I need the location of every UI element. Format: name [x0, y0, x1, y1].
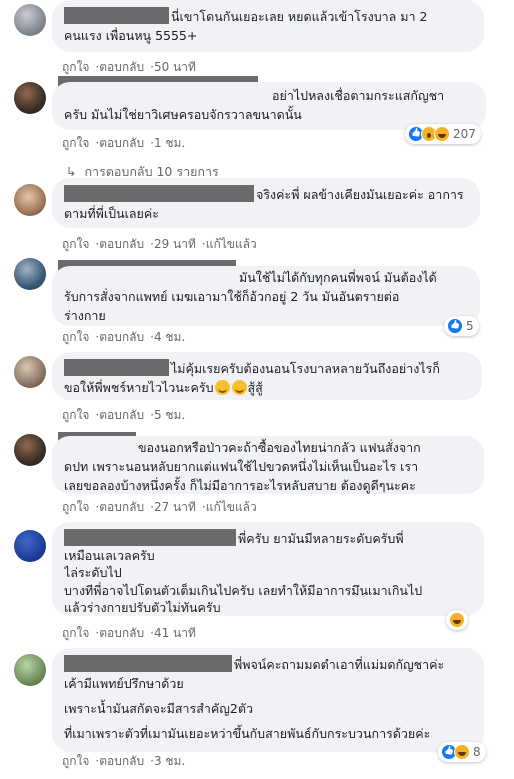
comment-text-line: ที่เมาเพราะตัวที่เมามันเยอะหว่าขึ้นกับสา…: [64, 726, 431, 741]
like-link[interactable]: ถูกใจ: [62, 237, 89, 251]
reply-link[interactable]: ตอบกลับ: [99, 408, 144, 422]
comment-bubble: ของนอกหรือป่าวคะถ้าซื้อของไทยน่ากลัว แฟน…: [52, 436, 484, 494]
comment-text-line: นี่เขาโดนกันเยอะเลย หยดแล้วเข้าโรงบาล มา…: [171, 9, 428, 24]
smile-emoji-icon: [214, 380, 230, 395]
avatar[interactable]: [14, 4, 46, 36]
avatar[interactable]: [14, 258, 46, 290]
reply-link[interactable]: ตอบกลับ: [99, 500, 144, 514]
reply-link[interactable]: ตอบกลับ: [99, 626, 144, 640]
comment-text-line: อย่าไปหลงเชื่อตามกระแสกัญชา: [272, 88, 445, 103]
avatar[interactable]: [14, 184, 46, 216]
like-link[interactable]: ถูกใจ: [62, 330, 89, 344]
comment-text-line: เพราะน้ำมันสกัดจะมีสารสำคัญ2ตัว: [64, 701, 254, 716]
timestamp[interactable]: 1 ชม.: [154, 136, 185, 150]
comment-text-line: ไม่คุ้มเรยครับต้องนอนโรงบาลหลายวันถึงอย่…: [171, 361, 440, 376]
comment-text-line: เค้ามีแพทย์ปรึกษาด้วย: [64, 676, 184, 691]
comment-text-line: รับการสั่งจากแพทย์ เมฆเอามาใช้ก็อ้วกอยู่…: [64, 289, 400, 304]
reaction-count: 8: [473, 745, 481, 759]
comment-text-line: ครับ มันไม่ใช่ยาวิเศษครอบจักรวาลขนาดนั้น: [64, 107, 302, 122]
comment-text-line: ของนอกหรือป่าวคะถ้าซื้อของไทยน่ากลัว แฟน…: [138, 440, 421, 455]
comment-bubble: นี่เขาโดนกันเยอะเลย หยดแล้วเข้าโรงบาล มา…: [52, 0, 484, 52]
comment-text-line: เลยขอลองบ้างหนึ่งครั้ง ก็ไม่มีอาการอะไรห…: [64, 478, 416, 493]
comment-actions: ถูกใจ ·ตอบกลับ ·41 นาที: [62, 626, 196, 640]
smile-emoji-icon: [231, 380, 247, 395]
comment-actions: ถูกใจ ·ตอบกลับ ·29 นาที ·แก้ไขแล้ว: [62, 237, 257, 251]
comment-text-line: ดปท เพราะนอนหลับยากแต่แฟนใช้ไปขวดหนึ่งไม…: [64, 459, 419, 474]
reply-link[interactable]: ตอบกลับ: [99, 754, 144, 768]
comment-text-line: สู้สู้: [247, 380, 263, 395]
comment-text-line: คนแรง เพื่อนหนู 5555+: [64, 28, 198, 43]
timestamp[interactable]: 5 ชม.: [154, 408, 185, 422]
like-link[interactable]: ถูกใจ: [62, 60, 89, 74]
reaction-summary[interactable]: 8: [438, 742, 486, 762]
avatar[interactable]: [14, 356, 46, 388]
comment-text-line: แล้วร่างกายปรับตัวไม่ทันครับ: [64, 600, 221, 615]
comment-actions: ถูกใจ ·ตอบกลับ ·1 ชม.: [62, 136, 186, 150]
comment-text-line: ไล่ระดับไป: [64, 565, 122, 580]
avatar[interactable]: [14, 434, 46, 466]
comment-text-line: จริงค่ะพี่ ผลข้างเคียงมันเยอะค่ะ อาการ: [256, 187, 464, 202]
reaction-summary[interactable]: 207: [405, 124, 481, 144]
comment-text-line: พี่ครับ ยามันมีหลายระดับครับพี่: [238, 531, 404, 546]
comment-actions: ถูกใจ ·ตอบกลับ ·50 นาที: [62, 60, 196, 74]
comment-text-line: บางทีพี่อาจไปโดนตัวเต็มเกินไปครับ เลยทำใ…: [64, 583, 423, 598]
reaction-summary[interactable]: [446, 610, 468, 630]
comment-actions: ถูกใจ ·ตอบกลับ ·5 ชม.: [62, 408, 186, 422]
haha-reaction-icon: [454, 744, 470, 760]
reaction-count: 5: [466, 319, 474, 333]
author-name-redacted[interactable]: [64, 655, 232, 672]
comment-bubble: มันใช้ไม่ได้กับทุกคนพี่พจน์ มันต้องได้ ร…: [52, 266, 480, 326]
reply-link[interactable]: ตอบกลับ: [99, 330, 144, 344]
comment-bubble: พี่พจน์คะถามมดตำเอาที่แม่มดกัญชาค่ะ เค้า…: [52, 648, 484, 752]
like-link[interactable]: ถูกใจ: [62, 626, 89, 640]
comment-bubble: ไม่คุ้มเรยครับต้องนอนโรงบาลหลายวันถึงอย่…: [52, 352, 482, 400]
replies-label: การตอบกลับ 10 รายการ: [84, 164, 219, 179]
reply-link[interactable]: ตอบกลับ: [99, 60, 144, 74]
like-link[interactable]: ถูกใจ: [62, 136, 89, 150]
reaction-summary[interactable]: 5: [444, 316, 479, 336]
comment-text-line: ขอให้พี่พชร์หายไวไวนะครับ: [64, 380, 214, 395]
timestamp[interactable]: 29 นาที: [154, 237, 196, 251]
comment-text-line: ตามที่พี่เป็นเลยค่ะ: [64, 206, 159, 221]
avatar[interactable]: [14, 82, 46, 114]
reply-link[interactable]: ตอบกลับ: [99, 237, 144, 251]
comment-text-line: พี่พจน์คะถามมดตำเอาที่แม่มดกัญชาค่ะ: [234, 657, 445, 672]
comment-text-line: ร่างกาย: [64, 308, 106, 323]
like-reaction-icon: [447, 318, 463, 334]
comment-actions: ถูกใจ ·ตอบกลับ ·3 ชม.: [62, 754, 186, 768]
author-name-redacted[interactable]: [64, 359, 169, 376]
like-link[interactable]: ถูกใจ: [62, 754, 89, 768]
edited-label: แก้ไขแล้ว: [205, 237, 257, 251]
avatar[interactable]: [14, 530, 46, 562]
like-link[interactable]: ถูกใจ: [62, 500, 89, 514]
edited-label: แก้ไขแล้ว: [205, 500, 257, 514]
timestamp[interactable]: 50 นาที: [154, 60, 196, 74]
author-name-redacted[interactable]: [64, 529, 236, 546]
timestamp[interactable]: 41 นาที: [154, 626, 196, 640]
comment-actions: ถูกใจ ·ตอบกลับ ·4 ชม.: [62, 330, 186, 344]
like-link[interactable]: ถูกใจ: [62, 408, 89, 422]
avatar[interactable]: [14, 654, 46, 686]
comment-bubble: จริงค่ะพี่ ผลข้างเคียงมันเยอะค่ะ อาการ ต…: [52, 178, 480, 228]
timestamp[interactable]: 27 นาที: [154, 500, 196, 514]
author-name-redacted[interactable]: [64, 7, 169, 24]
timestamp[interactable]: 4 ชม.: [154, 330, 185, 344]
reply-link[interactable]: ตอบกลับ: [99, 136, 144, 150]
timestamp[interactable]: 3 ชม.: [154, 754, 185, 768]
haha-reaction-icon: [449, 612, 465, 628]
reaction-count: 207: [453, 127, 476, 141]
comment-bubble: พี่ครับ ยามันมีหลายระดับครับพี่ เหมือนเล…: [52, 522, 484, 616]
reply-arrow-icon: ↳: [66, 164, 77, 179]
comment-text-line: เหมือนเลเวลครับ: [64, 548, 155, 563]
comment-text-line: มันใช้ไม่ได้กับทุกคนพี่พจน์ มันต้องได้: [239, 270, 437, 285]
comment-actions: ถูกใจ ·ตอบกลับ ·27 นาที ·แก้ไขแล้ว: [62, 500, 257, 514]
haha-reaction-icon: [434, 126, 450, 142]
author-name-redacted[interactable]: [64, 185, 254, 202]
comment-bubble: อย่าไปหลงเชื่อตามกระแสกัญชา ครับ มันไม่ใ…: [52, 82, 486, 130]
